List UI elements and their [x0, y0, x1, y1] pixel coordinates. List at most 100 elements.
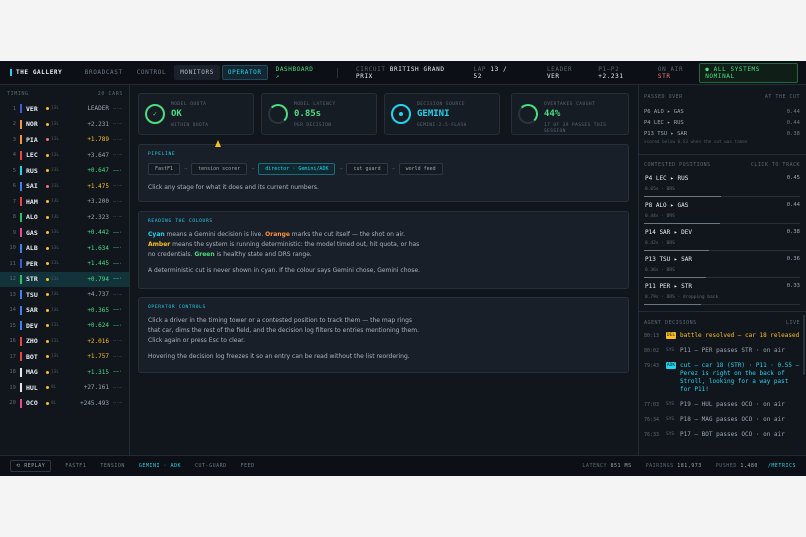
- timing-row[interactable]: 14 SAR 13L +0.365 ——·: [0, 303, 129, 319]
- timing-row[interactable]: 20 OCO 8L +245.493 —·—: [0, 396, 129, 412]
- passed-over-row: P6 ALO ▸ GAS 0.44: [639, 106, 806, 117]
- decision-text: cut — car 18 (STR) · P11 · 0.55 — Perez …: [680, 362, 800, 393]
- arrow-right-icon: →: [184, 166, 188, 172]
- gap-value: +27.161: [83, 384, 109, 392]
- tab-monitors[interactable]: MONITORS: [174, 65, 220, 80]
- timing-row[interactable]: 4 LEC 13L +3.647 —·—: [0, 148, 129, 164]
- contested-row[interactable]: P8 ALO ▸ GAS 0.44 0.44s · DRS: [644, 197, 800, 224]
- timing-row[interactable]: 18 MAG 13L +1.315 ——·: [0, 365, 129, 381]
- kpi-label: MODEL QUOTA: [171, 102, 207, 107]
- laps-count: 13L: [51, 199, 60, 205]
- tyre-dot-icon: [46, 107, 49, 111]
- footer-stage[interactable]: TENSION: [100, 463, 125, 469]
- pointer-cursor-icon: [215, 140, 221, 147]
- timing-row[interactable]: 13 TSU 13L +4.737 —·—: [0, 287, 129, 303]
- contested-hint[interactable]: CLICK TO TRACK: [751, 162, 800, 168]
- contested-pair: P14 SAR ▸ DEV: [645, 229, 692, 236]
- timing-row[interactable]: 9 GAS 13L +0.442 ——·: [0, 225, 129, 241]
- timing-row[interactable]: 10 ALB 13L +1.634 ——·: [0, 241, 129, 257]
- driver-code: STR: [26, 275, 38, 284]
- contested-row[interactable]: P13 TSU ▸ SAR 0.36 0.36s · DRS: [644, 251, 800, 278]
- position-number: 18: [9, 369, 16, 376]
- tab-broadcast[interactable]: BROADCAST: [79, 65, 129, 80]
- laps-count: 13L: [51, 276, 60, 282]
- tab-operator[interactable]: OPERATOR: [221, 65, 268, 80]
- right-panel: PASSED OVER AT THE CUT P6 ALO ▸ GAS 0.44 P…: [638, 85, 806, 455]
- decision-entry[interactable]: 76:33 SYS P17 — BOT passes OCO · on air: [639, 431, 806, 439]
- gap-value: +2.016: [87, 337, 109, 345]
- kpi-value: GEMINI: [417, 109, 450, 119]
- footer-stage[interactable]: FASTF1: [65, 463, 86, 469]
- tab-control[interactable]: CONTROL: [131, 65, 173, 80]
- tyre-dot-icon: [46, 122, 49, 126]
- contested-row[interactable]: P14 SAR ▸ DEV 0.38 0.42s · DRS: [644, 224, 800, 251]
- timing-row[interactable]: 8 ALO 13L +2.323 —·—: [0, 210, 129, 226]
- contested-pair: P8 ALO ▸ GAS: [645, 202, 689, 209]
- timing-row[interactable]: 11 PER 13L +1.445 ——·: [0, 256, 129, 272]
- passed-over-pair: P6 ALO ▸ GAS: [644, 108, 684, 115]
- passed-over-score: 0.44: [786, 108, 800, 115]
- timing-row[interactable]: 15 DEV 13L +0.624 ——·: [0, 318, 129, 334]
- footer-stage[interactable]: CUT-GUARD: [195, 463, 227, 469]
- car-count: 20 CARS: [97, 91, 123, 97]
- circuit-label: CIRCUIT: [356, 65, 386, 73]
- passed-over-score: 0.44: [786, 119, 800, 126]
- driver-code: SAR: [26, 306, 38, 315]
- timing-row[interactable]: 16 ZHO 13L +2.016 —·—: [0, 334, 129, 350]
- replay-button[interactable]: ⟲ REPLAY: [10, 460, 52, 472]
- timing-row[interactable]: 3 PIA 13L +1.789 —·—: [0, 132, 129, 148]
- pipeline-stage[interactable]: director · Gemini/ADK: [258, 163, 336, 175]
- timing-row[interactable]: 6 SAI 13L +1.475 —·—: [0, 179, 129, 195]
- position-number: 17: [9, 353, 16, 360]
- team-color-bar: [20, 305, 22, 315]
- green-text: is healthy state and DRS range.: [214, 251, 312, 258]
- decision-text: P11 — PER passes STR · on air: [680, 347, 785, 354]
- passed-over-pair: P4 LEC ▸ RUS: [644, 119, 684, 126]
- decision-entry[interactable]: 76:34 SYS P18 — MAG passes OCO · on air: [639, 416, 806, 424]
- timing-row[interactable]: 2 NOR 13L +2.231 —·—: [0, 117, 129, 133]
- leader-label: LEADER: [546, 65, 573, 73]
- contested-row[interactable]: P4 LEC ▸ RUS 0.45 0.65s · DRS: [644, 170, 800, 197]
- timing-row[interactable]: 1 VER 13L LEADER —·—: [0, 101, 129, 117]
- tab-dashboard[interactable]: DASHBOARD ↗: [270, 62, 327, 84]
- metrics-link[interactable]: /METRICS: [768, 463, 796, 469]
- decision-entry[interactable]: 80:13 DEL battle resolved — car 18 release…: [639, 332, 806, 340]
- timing-header: TIMING 20 CARS: [0, 85, 129, 101]
- timing-tower: TIMING 20 CARS 1 VER 13L LEADER —·— 2 NOR 13L +2…: [0, 85, 130, 455]
- onair-label: ON AIR: [657, 65, 684, 73]
- passed-over-row: P13 TSU ▸ SAR 0.38: [639, 128, 806, 139]
- footer-stage[interactable]: FEED: [241, 463, 255, 469]
- pipeline-title: PIPELINE: [148, 152, 176, 157]
- contested-row[interactable]: P11 PER ▸ STR 0.33 0.79s · DRS · dropping …: [644, 278, 800, 305]
- green-word: Green: [194, 251, 215, 258]
- contested-header: CONTESTED POSITIONS CLICK TO TRACK: [639, 160, 806, 170]
- position-number: 13: [9, 291, 16, 298]
- decision-log-scrollbar[interactable]: [803, 315, 805, 375]
- timing-row[interactable]: 17 BOT 13L +1.757 —·—: [0, 349, 129, 365]
- decision-entry[interactable]: 80:02 SYS P11 — PER passes STR · on air: [639, 347, 806, 355]
- onair-value: STR: [657, 72, 671, 80]
- latency-label: LATENCY: [582, 463, 607, 469]
- footer-stage[interactable]: GEMINI · ADK: [139, 463, 181, 469]
- pipeline-stage[interactable]: tension scorer: [191, 163, 248, 175]
- timing-row[interactable]: 7 HAM 13L +3.200 —·—: [0, 194, 129, 210]
- pipeline-stage[interactable]: cut guard: [346, 163, 388, 175]
- decision-entry[interactable]: 79:43 ADK cut — car 18 (STR) · P11 · 0.55 …: [639, 362, 806, 394]
- pipeline-stage[interactable]: FastF1: [148, 163, 181, 175]
- trend-sparkline-icon: —·—: [113, 214, 123, 221]
- pipeline-stage[interactable]: world feed: [398, 163, 443, 175]
- decision-log[interactable]: 80:13 DEL battle resolved — car 18 release…: [639, 332, 806, 439]
- decision-entry[interactable]: 77:03 SYS P19 — HUL passes OCO · on air: [639, 401, 806, 409]
- operator-app: THE GALLERY BROADCAST CONTROL MONITORS O…: [0, 61, 806, 476]
- timing-row[interactable]: 19 HUL 8L +27.161 —·—: [0, 380, 129, 396]
- contested-score: 0.36: [786, 256, 800, 262]
- timing-row[interactable]: 5 RUS 13L +0.647 ——·: [0, 163, 129, 179]
- contested-score: 0.45: [786, 175, 800, 181]
- trend-sparkline-icon: ——·: [113, 276, 123, 283]
- laps-count: 13L: [51, 323, 60, 329]
- gap-value: +0.794: [87, 275, 109, 283]
- decision-text: P19 — HUL passes OCO · on air: [680, 401, 785, 408]
- timing-row[interactable]: 12 STR 13L +0.794 ——·: [0, 271, 129, 287]
- passed-over-list: P6 ALO ▸ GAS 0.44 P4 LEC ▸ RUS 0.44 P13 TSU …: [639, 106, 806, 139]
- gap-value: +3.647: [87, 151, 109, 159]
